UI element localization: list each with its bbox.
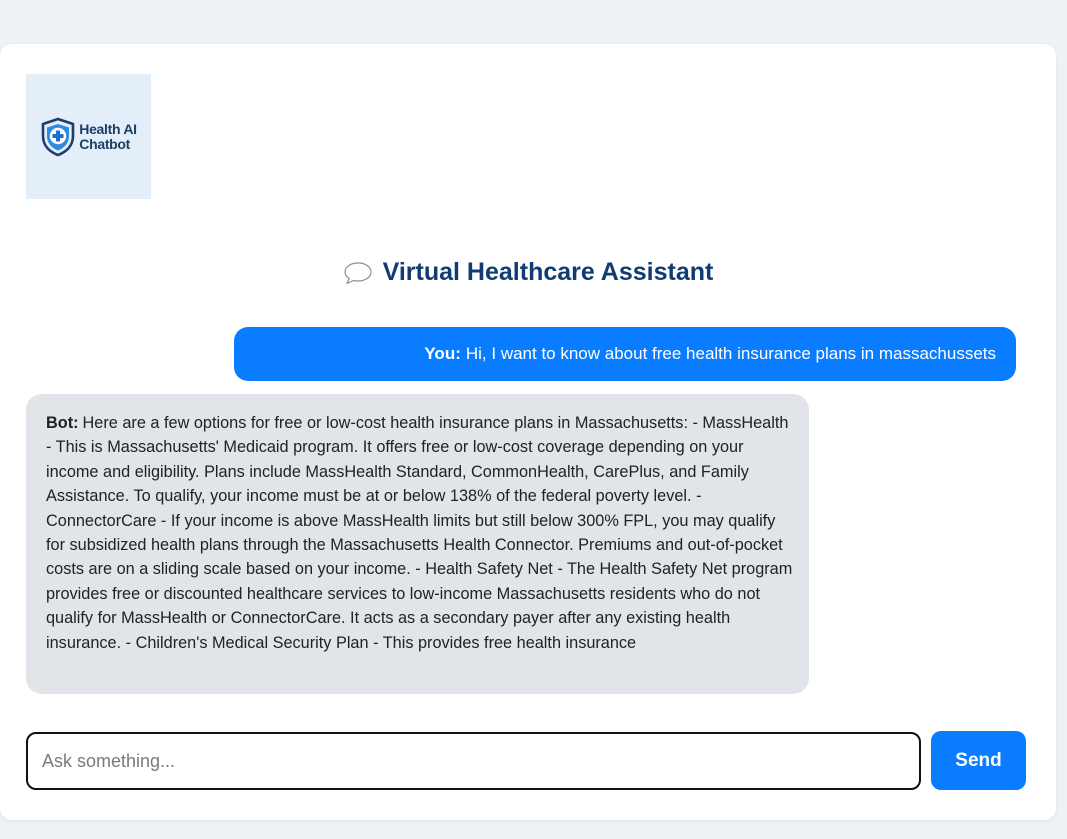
logo-text: Health AI Chatbot (79, 120, 137, 152)
logo: Health AI Chatbot (26, 74, 151, 199)
user-sender-label: You: (424, 344, 461, 363)
logo-line-1: Health AI (79, 120, 137, 137)
send-button[interactable]: Send (931, 731, 1026, 790)
logo-content: Health AI Chatbot (40, 117, 137, 157)
speech-bubble-icon (344, 261, 372, 284)
chat-card: Health AI Chatbot Virtual Healthcare Ass… (0, 44, 1056, 820)
user-message: You: Hi, I want to know about free healt… (234, 327, 1016, 381)
page-title: Virtual Healthcare Assistant (382, 258, 714, 286)
bot-message-text: Here are a few options for free or low-c… (46, 414, 793, 652)
page-title-row: Virtual Healthcare Assistant (0, 258, 1056, 287)
logo-line-2: Chatbot (79, 135, 131, 152)
bot-message: Bot: Here are a few options for free or l… (26, 394, 809, 694)
shield-plus-icon (41, 117, 75, 156)
user-message-text: Hi, I want to know about free health ins… (465, 344, 996, 363)
bot-sender-label: Bot: (46, 414, 79, 432)
message-input[interactable] (26, 732, 921, 790)
